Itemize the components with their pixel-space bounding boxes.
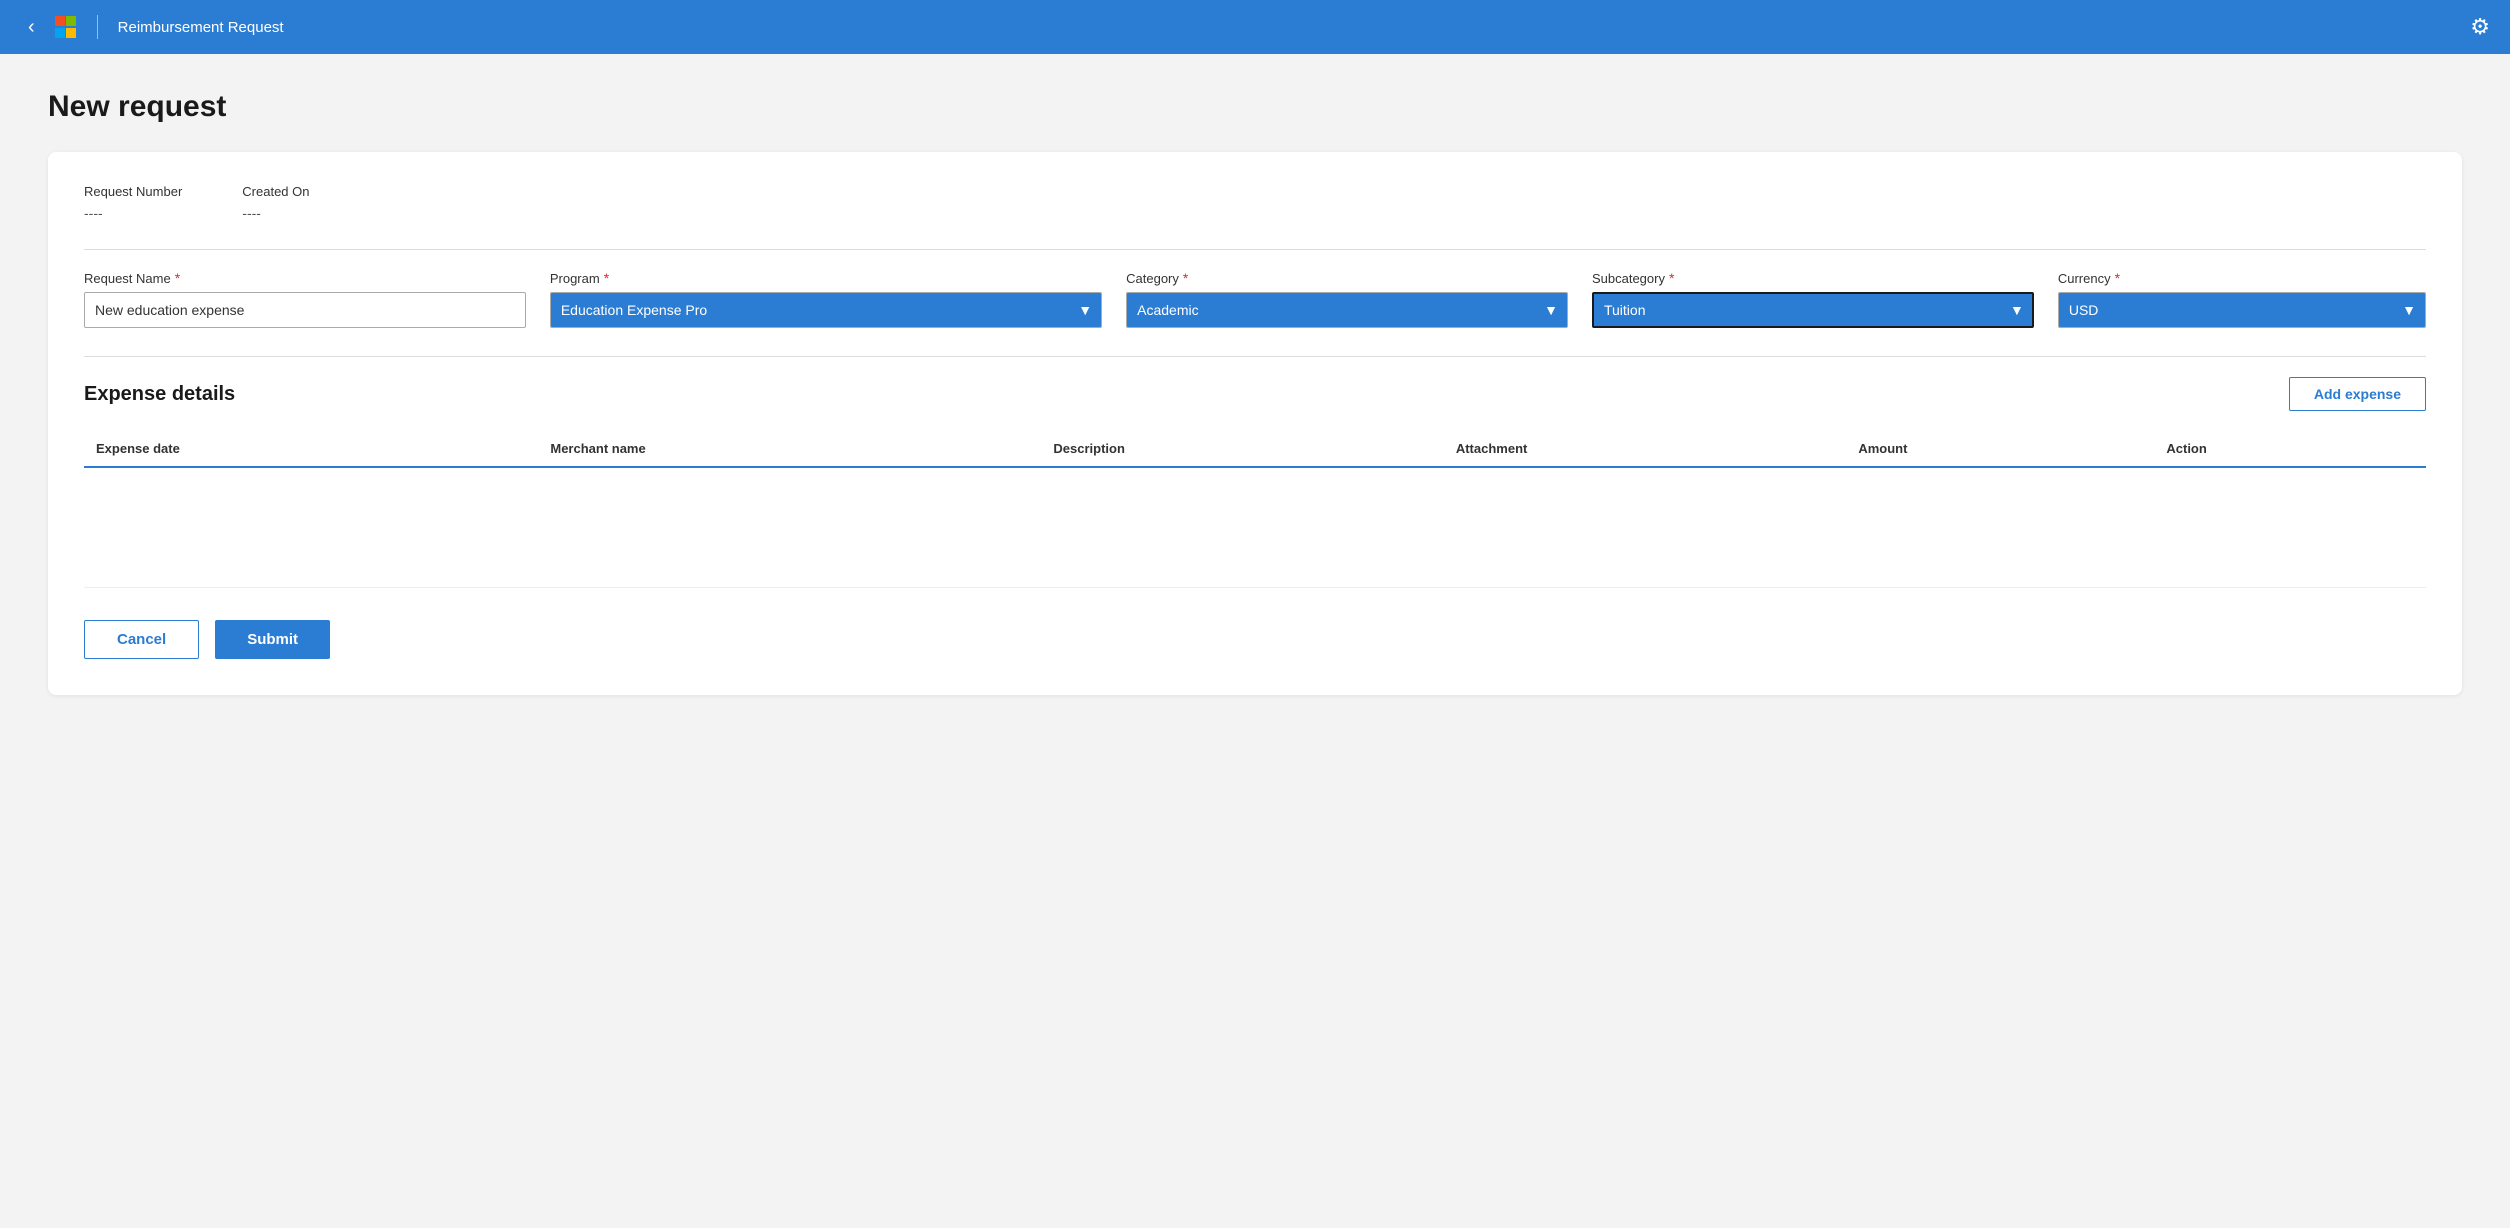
col-attachment: Attachment [1444,431,1846,467]
header-left: ‹ Reimbursement Request [20,12,284,43]
info-row: Request Number ---- Created On ---- [84,184,2426,221]
program-select-wrapper: Education Expense Pro ▼ [550,292,1102,328]
subcategory-group: Subcategory * Tuition ▼ [1592,270,2034,328]
subcategory-select[interactable]: Tuition [1592,292,2034,328]
request-name-group: Request Name * [84,270,526,328]
currency-label: Currency * [2058,270,2426,286]
created-on-label: Created On [242,184,309,199]
col-expense-date: Expense date [84,431,538,467]
divider [84,249,2426,250]
program-select[interactable]: Education Expense Pro [550,292,1102,328]
form-card: Request Number ---- Created On ---- Requ… [48,152,2462,695]
col-merchant-name: Merchant name [538,431,1041,467]
expense-details-title: Expense details [84,383,235,406]
required-star-name: * [175,270,180,286]
category-select[interactable]: Academic [1126,292,1568,328]
settings-button[interactable]: ⚙ [2470,14,2490,40]
table-empty-cell [84,467,2426,587]
required-star-category: * [1183,270,1188,286]
microsoft-logo [55,16,77,38]
logo-blue [55,28,65,38]
col-amount: Amount [1846,431,2154,467]
request-number-label: Request Number [84,184,182,199]
currency-select-wrapper: USD ▼ [2058,292,2426,328]
back-button[interactable]: ‹ [20,12,43,43]
table-header: Expense date Merchant name Description A… [84,431,2426,467]
required-star-subcategory: * [1669,270,1674,286]
required-star-program: * [604,270,609,286]
add-expense-button[interactable]: Add expense [2289,377,2426,411]
created-on-value: ---- [242,205,309,221]
subcategory-label: Subcategory * [1592,270,2034,286]
program-label: Program * [550,270,1102,286]
request-name-input[interactable] [84,292,526,328]
request-number-value: ---- [84,205,182,221]
category-select-wrapper: Academic ▼ [1126,292,1568,328]
page-title: New request [48,90,2462,124]
expense-details-header: Expense details Add expense [84,377,2426,411]
bottom-buttons: Cancel Submit [84,620,2426,659]
category-label: Category * [1126,270,1568,286]
table-header-row: Expense date Merchant name Description A… [84,431,2426,467]
request-name-label: Request Name * [84,270,526,286]
logo-green [66,16,76,26]
logo-red [55,16,65,26]
header-divider [97,15,98,39]
form-row: Request Name * Program * Education Expen… [84,270,2426,328]
expense-table: Expense date Merchant name Description A… [84,431,2426,588]
app-name: Reimbursement Request [118,19,284,36]
request-number-field: Request Number ---- [84,184,182,221]
subcategory-select-wrapper: Tuition ▼ [1592,292,2034,328]
table-empty-row [84,467,2426,587]
col-action: Action [2154,431,2426,467]
currency-group: Currency * USD ▼ [2058,270,2426,328]
app-header: ‹ Reimbursement Request ⚙ [0,0,2510,54]
currency-select[interactable]: USD [2058,292,2426,328]
category-group: Category * Academic ▼ [1126,270,1568,328]
main-container: New request Request Number ---- Created … [0,54,2510,731]
col-description: Description [1041,431,1443,467]
cancel-button[interactable]: Cancel [84,620,199,659]
required-star-currency: * [2115,270,2120,286]
program-group: Program * Education Expense Pro ▼ [550,270,1102,328]
section-divider [84,356,2426,357]
submit-button[interactable]: Submit [215,620,330,659]
created-on-field: Created On ---- [242,184,309,221]
logo-yellow [66,28,76,38]
table-body [84,467,2426,587]
